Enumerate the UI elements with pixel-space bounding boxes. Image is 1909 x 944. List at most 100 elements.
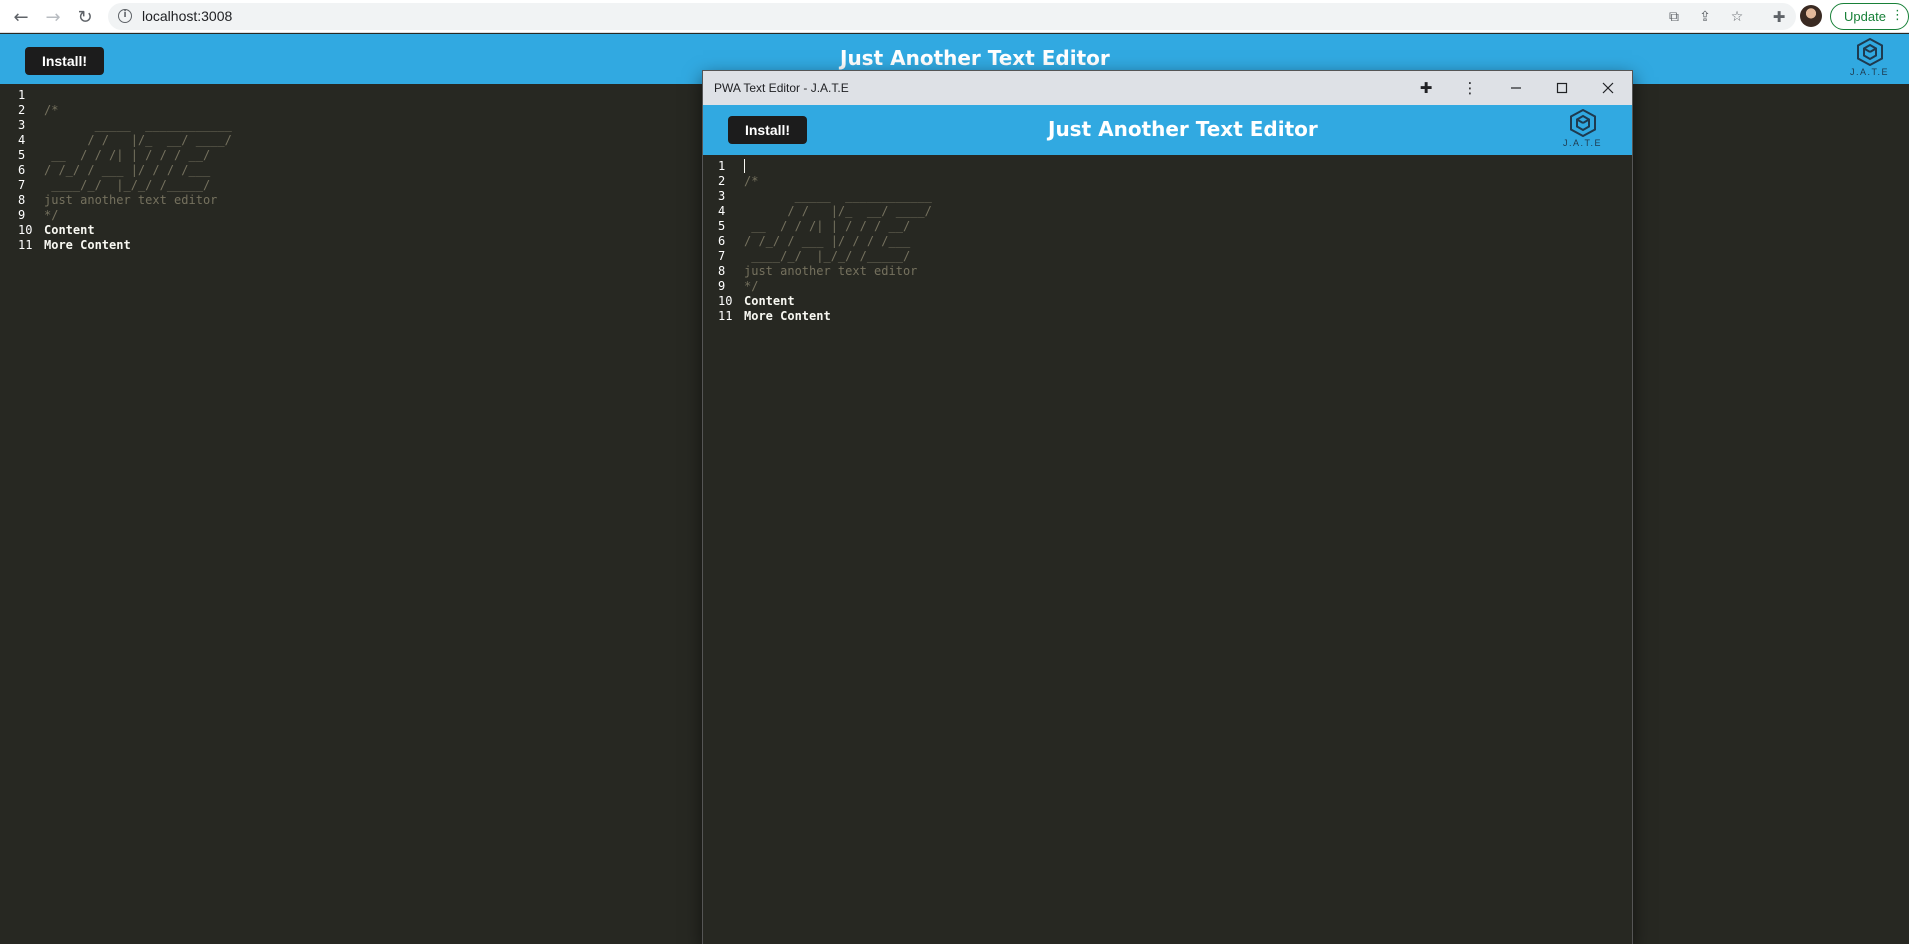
site-info-icon[interactable]: i: [118, 9, 132, 23]
maximize-icon[interactable]: [1549, 75, 1575, 101]
minimize-icon[interactable]: [1503, 75, 1529, 101]
line-number: 8: [18, 193, 26, 207]
editor-line[interactable]: 8 just another text editor: [718, 264, 1618, 279]
line-text: just another text editor: [744, 264, 918, 278]
line-text: _____ ____________: [44, 118, 232, 132]
editor-line[interactable]: 7 ____/_/ |_/_/ /_____/: [718, 249, 1618, 264]
line-number: 4: [718, 204, 726, 218]
logo-text: J.A.T.E: [1850, 67, 1890, 77]
line-text: */: [44, 208, 59, 222]
line-text: / /_/ / ___ |/ / / /___: [744, 234, 911, 248]
code-editor[interactable]: 1 2/* 3 _____ ____________ 4 / / |/_ __/ __…: [718, 159, 1618, 324]
pwa-titlebar[interactable]: PWA Text Editor - J.A.T.E ✚ ⋮: [703, 71, 1632, 105]
editor-line[interactable]: 5 __ / / /| | / / / __/: [18, 148, 698, 163]
editor-line[interactable]: 2 /*: [718, 174, 1618, 189]
line-text: ____/_/ |_/_/ /_____/: [44, 178, 211, 192]
page-title: Just Another Text Editor: [1048, 117, 1318, 141]
line-text: More Content: [744, 309, 831, 323]
more-menu-icon[interactable]: ⋮: [1457, 75, 1483, 101]
line-number: 3: [718, 189, 726, 203]
editor-line[interactable]: 11 More Content: [718, 309, 1618, 324]
line-number: 3: [18, 118, 26, 132]
bookmark-star-icon[interactable]: ☆: [1726, 6, 1748, 28]
url-text[interactable]: localhost:3008: [142, 8, 232, 24]
install-button[interactable]: Install!: [25, 47, 104, 75]
line-text: just another text editor: [44, 193, 218, 207]
browser-toolbar: ← → ↻ i localhost:3008 ⧉ ⇪ ☆ ✚ Update ⋮: [0, 0, 1909, 33]
line-number: 5: [18, 148, 26, 162]
line-text: / / |/_ __/ ____/: [44, 133, 232, 147]
editor-line[interactable]: 6 / /_/ / ___ |/ / / /___: [18, 163, 698, 178]
editor-line[interactable]: 3 _____ ____________: [718, 189, 1618, 204]
close-icon[interactable]: [1595, 75, 1621, 101]
editor-line[interactable]: 5 __ / / /| | / / / __/: [718, 219, 1618, 234]
pwa-app-header: Install! Just Another Text Editor J.A.T.…: [703, 105, 1632, 155]
update-button[interactable]: Update ⋮: [1830, 3, 1909, 30]
line-text: /*: [744, 174, 759, 188]
avatar[interactable]: [1800, 5, 1822, 27]
line-text: More Content: [44, 238, 131, 252]
line-number: 6: [18, 163, 26, 177]
logo-icon: [1856, 38, 1883, 66]
editor-line[interactable]: 10 Content: [718, 294, 1618, 309]
line-text: / / |/_ __/ ____/: [744, 204, 932, 218]
line-number: 4: [18, 133, 26, 147]
text-cursor: [744, 159, 745, 173]
editor-line[interactable]: 3 _____ ____________: [18, 118, 698, 133]
address-bar[interactable]: i localhost:3008 ⧉ ⇪ ☆: [108, 3, 1796, 30]
open-in-app-icon[interactable]: ⧉: [1663, 6, 1685, 28]
line-number: 7: [18, 178, 26, 192]
editor-line[interactable]: 6 / /_/ / ___ |/ / / /___: [718, 234, 1618, 249]
logo-icon: [1569, 109, 1596, 137]
line-text: _____ ____________: [744, 189, 932, 203]
page-title: Just Another Text Editor: [840, 46, 1110, 70]
editor-line[interactable]: 8 just another text editor: [18, 193, 698, 208]
line-number: 8: [718, 264, 726, 278]
line-text: Content: [44, 223, 95, 237]
logo: J.A.T.E: [1850, 38, 1889, 77]
line-text: __ / / /| | / / / __/: [744, 219, 911, 233]
line-number: 1: [18, 88, 26, 102]
puzzle-icon[interactable]: ✚: [1413, 75, 1439, 101]
more-menu-icon[interactable]: ⋮: [1891, 8, 1904, 23]
pwa-window-title: PWA Text Editor - J.A.T.E: [714, 81, 849, 95]
editor-line[interactable]: 4 / / |/_ __/ ____/: [718, 204, 1618, 219]
line-number: 10: [718, 294, 733, 308]
reload-icon[interactable]: ↻: [72, 4, 98, 30]
code-editor[interactable]: 1 2/* 3 _____ ____________ 4 / / |/_ __/ __…: [18, 88, 698, 253]
install-button[interactable]: Install!: [728, 116, 807, 144]
line-number: 10: [18, 223, 33, 237]
pwa-window: PWA Text Editor - J.A.T.E ✚ ⋮ Install! J…: [703, 71, 1632, 944]
line-text: / /_/ / ___ |/ / / /___: [44, 163, 211, 177]
back-arrow-icon[interactable]: ←: [8, 4, 34, 30]
editor-line[interactable]: 9 */: [18, 208, 698, 223]
line-text: ____/_/ |_/_/ /_____/: [744, 249, 911, 263]
line-text: /*: [44, 103, 59, 117]
line-number: 2: [18, 103, 26, 117]
puzzle-icon[interactable]: ✚: [1766, 4, 1792, 30]
editor-line[interactable]: 11 More Content: [18, 238, 698, 253]
update-label: Update: [1844, 9, 1886, 24]
logo: J.A.T.E: [1563, 109, 1602, 148]
share-icon[interactable]: ⇪: [1694, 6, 1716, 28]
editor-line[interactable]: 7 ____/_/ |_/_/ /_____/: [18, 178, 698, 193]
line-number: 7: [718, 249, 726, 263]
line-number: 9: [18, 208, 26, 222]
line-text: __ / / /| | / / / __/: [44, 148, 211, 162]
line-text: Content: [744, 294, 795, 308]
editor-line[interactable]: 1: [718, 159, 1618, 174]
editor-line[interactable]: 1: [18, 88, 698, 103]
forward-arrow-icon[interactable]: →: [40, 4, 66, 30]
line-number: 9: [718, 279, 726, 293]
editor-line[interactable]: 2 /*: [18, 103, 698, 118]
line-number: 11: [18, 238, 33, 252]
line-number: 1: [718, 159, 726, 173]
editor-line[interactable]: 10 Content: [18, 223, 698, 238]
line-number: 11: [718, 309, 733, 323]
editor-line[interactable]: 4 / / |/_ __/ ____/: [18, 133, 698, 148]
logo-text: J.A.T.E: [1563, 138, 1603, 148]
editor-line[interactable]: 9 */: [718, 279, 1618, 294]
line-number: 5: [718, 219, 726, 233]
line-number: 2: [718, 174, 726, 188]
line-text: */: [744, 279, 759, 293]
